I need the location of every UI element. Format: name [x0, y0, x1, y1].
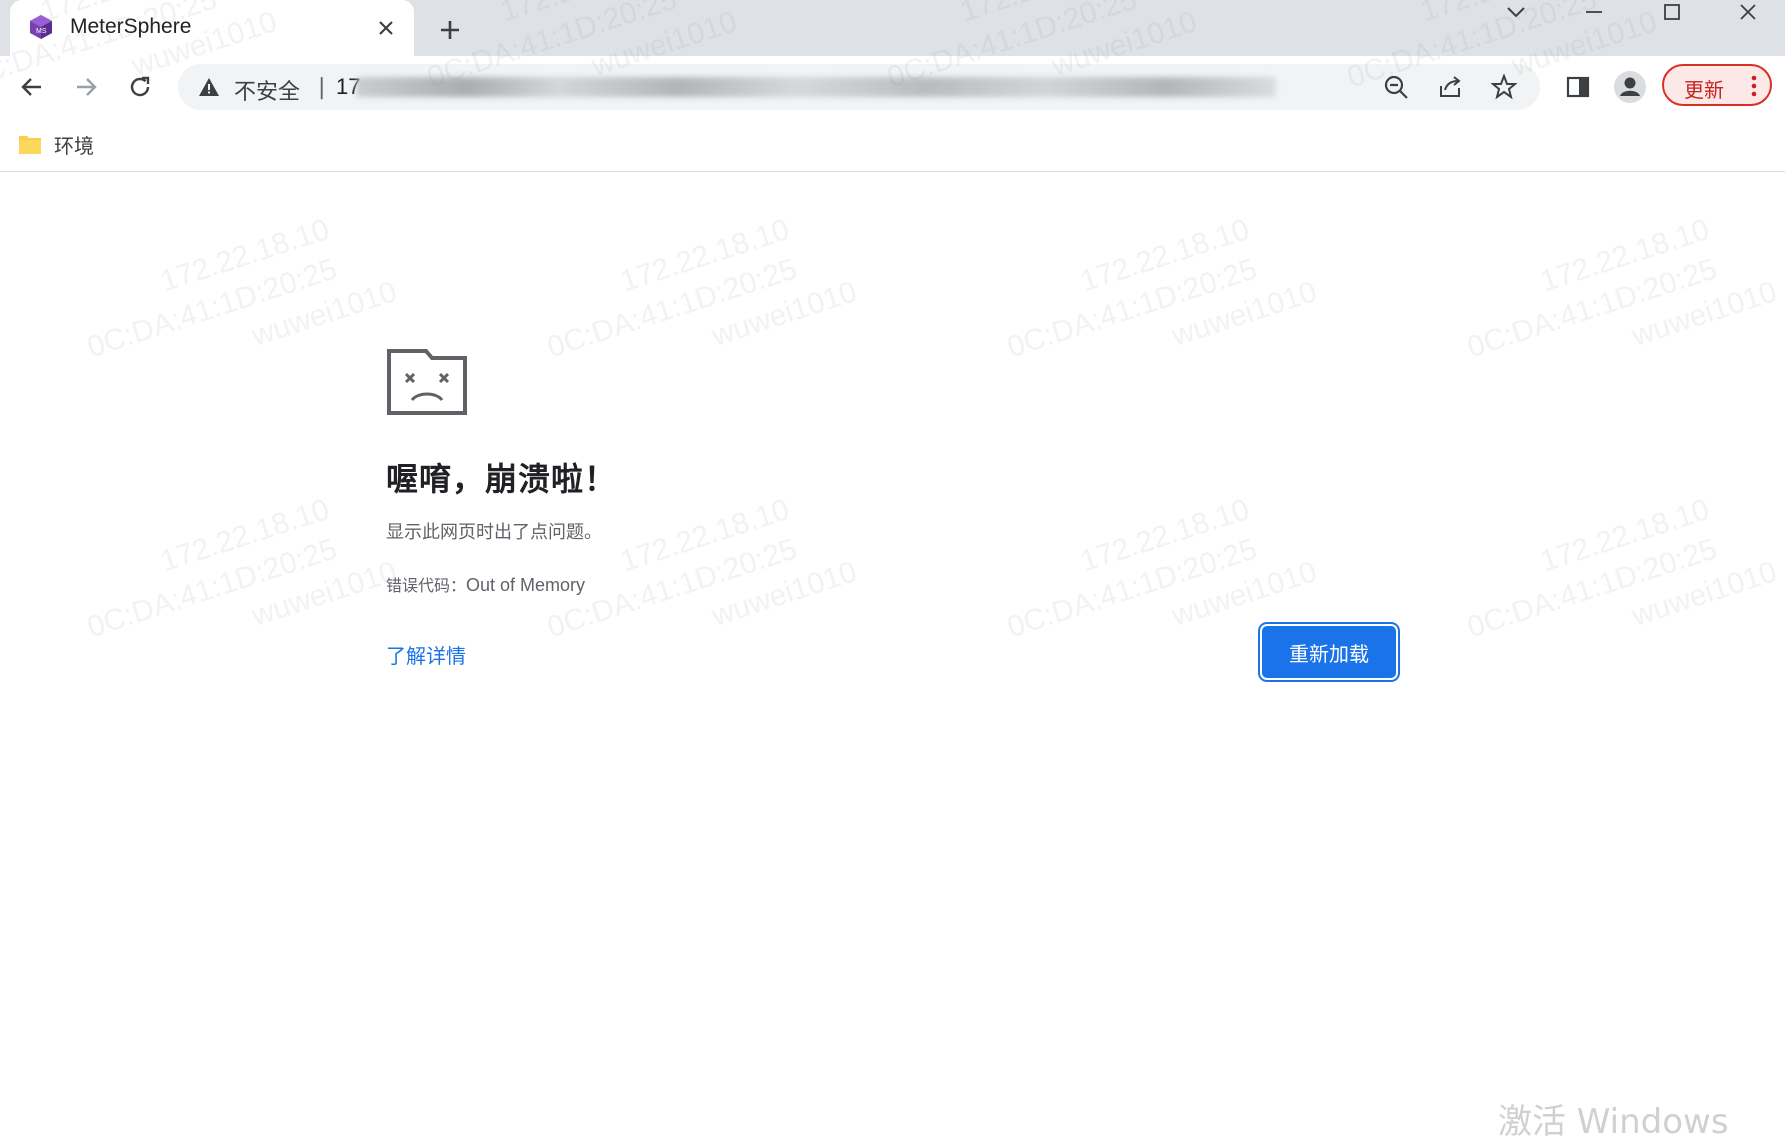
error-code: 错误代码：Out of Memory	[386, 572, 585, 596]
sad-folder-icon	[386, 348, 468, 416]
security-label[interactable]: 不安全	[234, 74, 300, 106]
tab-title: MeterSphere	[70, 15, 192, 38]
learn-more-link[interactable]: 了解详情	[386, 640, 466, 669]
error-heading: 喔唷，崩溃啦！	[386, 460, 618, 498]
activate-windows-watermark: 激活 Windows	[1498, 1102, 1729, 1142]
minimize-icon[interactable]	[1574, 0, 1614, 24]
watermark-tile: 172.22.18.100C:DA:41:1D:20:25wuwei1010	[543, 212, 861, 365]
zoom-out-icon[interactable]	[1382, 73, 1410, 101]
reload-icon[interactable]	[122, 69, 158, 105]
error-page: 172.22.18.10 0C:DA:41:1D:20:25 wuwei1010 1…	[0, 0, 1785, 1142]
metersphere-cube-icon: MS	[28, 14, 54, 40]
error-code-value: Out of Memory	[466, 575, 586, 595]
new-tab-icon[interactable]	[434, 14, 466, 46]
warning-triangle-icon[interactable]	[198, 76, 220, 98]
back-arrow-icon[interactable]	[14, 69, 50, 105]
maximize-icon[interactable]	[1652, 0, 1692, 24]
redacted-url	[356, 77, 1276, 97]
update-label: 更新	[1684, 78, 1724, 102]
profile-avatar-icon[interactable]	[1612, 69, 1648, 105]
bookmark-star-icon[interactable]	[1490, 73, 1518, 101]
bookmark-folder-env[interactable]: 环境	[18, 128, 94, 160]
browser-toolbar: 不安全 | 17 更新	[0, 56, 1785, 118]
svg-text:MS: MS	[36, 28, 47, 35]
folder-icon	[18, 133, 42, 155]
watermark-tile: 172.22.18.100C:DA:41:1D:20:25wuwei1010	[1463, 212, 1781, 365]
forward-arrow-icon[interactable]	[68, 69, 104, 105]
share-icon[interactable]	[1436, 73, 1464, 101]
bookmark-label: 环境	[54, 133, 94, 158]
address-bar[interactable]: 不安全 | 17	[178, 64, 1540, 110]
reload-button[interactable]: 重新加载	[1262, 626, 1396, 678]
update-browser-button[interactable]: 更新	[1662, 64, 1772, 106]
watermark-tile: 172.22.18.100C:DA:41:1D:20:25wuwei1010	[83, 212, 401, 365]
error-description: 显示此网页时出了点问题。	[386, 522, 602, 543]
active-tab[interactable]: MS MeterSphere	[10, 0, 414, 56]
watermark-tile: 172.22.18.100C:DA:41:1D:20:25wuwei1010	[1463, 492, 1781, 645]
bookmarks-bar: 环境	[0, 118, 1785, 172]
error-code-label: 错误代码：	[386, 576, 467, 595]
watermark-tile: 172.22.18.100C:DA:41:1D:20:25wuwei1010	[83, 492, 401, 645]
more-vertical-icon[interactable]	[1748, 74, 1760, 98]
watermark-tile: 172.22.18.100C:DA:41:1D:20:25wuwei1010	[1003, 212, 1321, 365]
side-panel-icon[interactable]	[1560, 69, 1596, 105]
omnibox-separator: |	[318, 75, 326, 100]
close-window-icon[interactable]	[1728, 0, 1768, 24]
tab-strip: MS MeterSphere	[0, 0, 1785, 56]
close-tab-icon[interactable]	[372, 14, 400, 42]
tab-search-chevron-icon[interactable]	[1496, 0, 1536, 24]
